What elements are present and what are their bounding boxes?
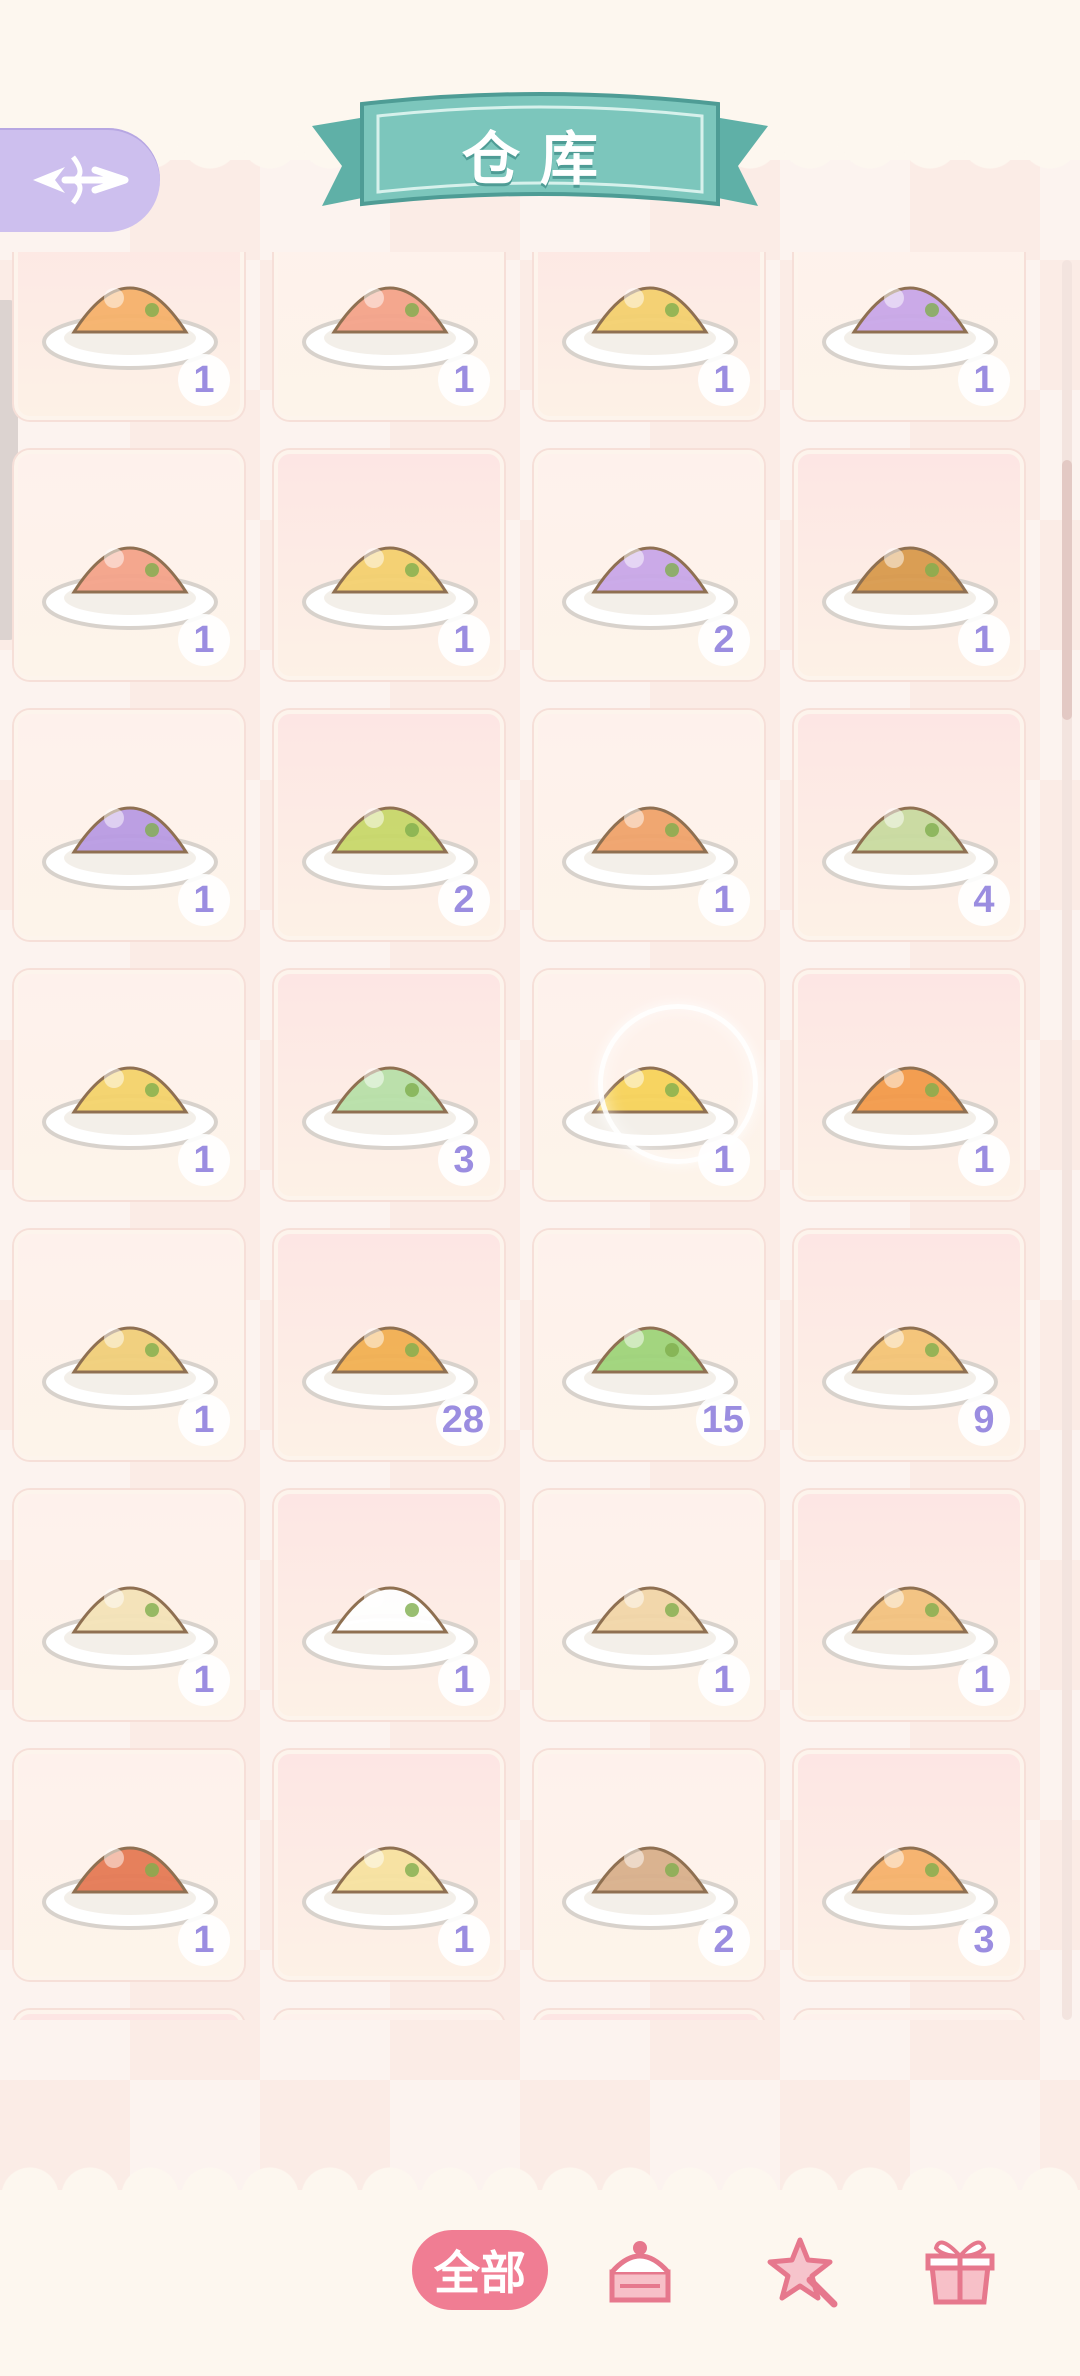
cake-icon (609, 2241, 671, 2303)
item-count: 1 (438, 1654, 490, 1706)
item-count: 2 (438, 874, 490, 926)
inventory-slot[interactable]: 28 (274, 1230, 504, 1460)
inventory-slot[interactable]: 1 (14, 710, 244, 940)
item-count: 2 (698, 614, 750, 666)
inventory-slot[interactable]: 1 (794, 252, 1024, 420)
item-count: 1 (698, 874, 750, 926)
item-count: 1 (178, 354, 230, 406)
tab-magic[interactable] (760, 2230, 840, 2310)
inventory-slot[interactable]: 15 (534, 1230, 764, 1460)
inventory-slot[interactable]: 1 (14, 252, 244, 420)
inventory-slot[interactable]: 9 (794, 1230, 1024, 1460)
inventory-grid: 1 1 1 1 1 1 2 1 1 2 1 4 1 3 1 1 1 28 15 9 1 1 1 1 1 1 2 3 (0, 252, 1080, 2020)
inventory-slot[interactable]: 1 (534, 710, 764, 940)
item-count: 28 (435, 1394, 490, 1446)
item-count: 1 (698, 1654, 750, 1706)
tab-all[interactable]: 全部 (412, 2230, 548, 2310)
inventory-slot[interactable]: 3 (794, 1750, 1024, 1980)
inventory-slot[interactable] (274, 2010, 504, 2020)
item-count: 1 (958, 1134, 1010, 1186)
item-count: 1 (958, 1654, 1010, 1706)
item-count: 1 (178, 1394, 230, 1446)
item-count: 1 (438, 614, 490, 666)
inventory-slot[interactable]: 4 (794, 710, 1024, 940)
inventory-slot[interactable]: 1 (794, 970, 1024, 1200)
inventory-slot[interactable] (534, 2010, 764, 2020)
title-banner: 仓库 (312, 86, 768, 236)
item-count: 1 (698, 354, 750, 406)
item-count: 1 (178, 874, 230, 926)
item-count: 1 (178, 1654, 230, 1706)
inventory-slot[interactable]: 2 (534, 450, 764, 680)
item-count: 15 (695, 1394, 750, 1446)
inventory-slot[interactable]: 2 (534, 1750, 764, 1980)
page-title: 仓库 (461, 125, 618, 193)
item-count: 1 (178, 1134, 230, 1186)
item-count: 3 (438, 1134, 490, 1186)
item-count: 1 (438, 354, 490, 406)
inventory-slot[interactable]: 1 (534, 970, 764, 1200)
winged-arrow-icon (33, 155, 129, 205)
inventory-slot[interactable] (14, 2010, 244, 2020)
inventory-slot[interactable]: 1 (274, 252, 504, 420)
scrollbar-thumb[interactable] (1062, 460, 1072, 720)
inventory-slot[interactable]: 1 (14, 1230, 244, 1460)
item-count: 1 (178, 1914, 230, 1966)
back-button[interactable] (0, 128, 160, 232)
gift-box-icon (925, 2240, 995, 2305)
item-count: 1 (958, 354, 1010, 406)
item-count: 9 (958, 1394, 1010, 1446)
inventory-slot[interactable]: 1 (794, 1490, 1024, 1720)
item-count: 1 (438, 1914, 490, 1966)
inventory-slot[interactable]: 1 (14, 1490, 244, 1720)
inventory-slot[interactable]: 1 (534, 252, 764, 420)
tab-cake[interactable] (600, 2230, 680, 2310)
item-count: 4 (958, 874, 1010, 926)
inventory-slot[interactable]: 1 (274, 1490, 504, 1720)
inventory-slot[interactable]: 3 (274, 970, 504, 1200)
item-count: 1 (958, 614, 1010, 666)
inventory-slot[interactable]: 1 (14, 450, 244, 680)
inventory-slot[interactable]: 1 (274, 1750, 504, 1980)
inventory-slot[interactable]: 1 (14, 1750, 244, 1980)
inventory-slot[interactable] (794, 2010, 1024, 2020)
item-count: 2 (698, 1914, 750, 1966)
inventory-slot[interactable]: 1 (14, 970, 244, 1200)
inventory-slot[interactable]: 2 (274, 710, 504, 940)
inventory-slot[interactable]: 1 (274, 450, 504, 680)
item-count: 1 (178, 614, 230, 666)
magic-wand-icon (767, 2237, 838, 2308)
inventory-slot[interactable]: 1 (794, 450, 1024, 680)
item-count: 1 (698, 1134, 750, 1186)
tab-gift[interactable] (920, 2230, 1000, 2310)
item-count: 3 (958, 1914, 1010, 1966)
inventory-slot[interactable]: 1 (534, 1490, 764, 1720)
